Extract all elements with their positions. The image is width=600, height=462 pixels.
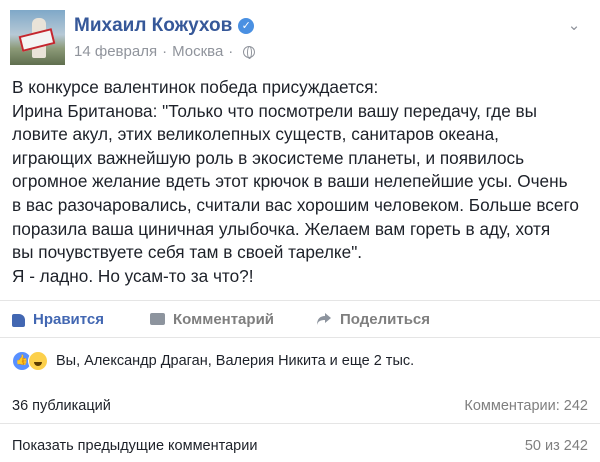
post-line: играющих важнейшую роль в экосистеме пла… — [12, 147, 525, 168]
post-body: В конкурсе валентинок победа присуждаетс… — [12, 76, 592, 288]
share-arrow-icon — [317, 313, 331, 325]
post-line: В конкурсе валентинок победа присуждаетс… — [12, 77, 379, 97]
facebook-post: Михаил Кожухов ✓ 14 февраля · Москва · ⌄… — [0, 0, 600, 462]
chevron-down-icon[interactable]: ⌄ — [564, 18, 584, 34]
post-line: ловите акул, этих великолепных существ, … — [12, 124, 499, 145]
reactions-summary[interactable]: 👍 Вы, Александр Драган, Валерия Никита и… — [12, 348, 414, 374]
post-meta: 14 февраля · Москва · — [74, 43, 256, 60]
globe-icon[interactable] — [243, 45, 256, 59]
share-button[interactable]: Поделиться — [316, 301, 430, 337]
post-line: Я - ладно. Но усам-то за что?! — [12, 265, 254, 286]
comments-count[interactable]: Комментарии: 242 — [464, 398, 588, 414]
meta-separator: · — [162, 43, 168, 60]
meta-separator: · — [228, 43, 234, 60]
comment-bubble-icon — [150, 313, 165, 325]
shares-count[interactable]: 36 публикаций — [12, 398, 111, 414]
post-line: огромное желание вдеть этот крючок в ваш… — [12, 171, 568, 192]
show-previous-comments-link[interactable]: Показать предыдущие комментарии — [12, 438, 257, 454]
comment-button[interactable]: Комментарий — [150, 301, 274, 337]
comments-page-count: 50 из 242 — [524, 438, 588, 454]
post-date[interactable]: 14 февраля — [74, 43, 157, 60]
author-name[interactable]: Михаил Кожухов — [74, 15, 232, 37]
comments-navigation: Показать предыдущие комментарии 50 из 24… — [0, 430, 600, 462]
post-line: Ирина Британова: "Только что посмотрели … — [12, 100, 538, 121]
author-row: Михаил Кожухов ✓ — [74, 14, 255, 38]
like-button[interactable]: Нравится — [12, 301, 104, 337]
thumbs-up-icon — [12, 313, 25, 327]
share-label: Поделиться — [340, 310, 431, 328]
author-avatar[interactable] — [10, 10, 65, 65]
post-line: в вас разочаровались, считали вас хороши… — [12, 194, 579, 215]
post-line: вы почувствуете себя там в своей тарелке… — [12, 242, 363, 263]
reactors-text[interactable]: Вы, Александр Драган, Валерия Никита и е… — [56, 353, 414, 369]
haha-reaction-icon — [28, 351, 48, 371]
post-stats: 36 публикаций Комментарии: 242 — [0, 388, 600, 424]
like-label: Нравится — [33, 310, 105, 328]
comment-label: Комментарий — [173, 310, 275, 328]
post-location[interactable]: Москва — [172, 43, 223, 60]
post-header: Михаил Кожухов ✓ 14 февраля · Москва · ⌄ — [10, 10, 590, 66]
verified-badge-icon: ✓ — [238, 18, 255, 34]
post-line: поразила ваша циничная улыбочка. Желаем … — [12, 218, 551, 239]
post-actions-bar: Нравится Комментарий Поделиться — [0, 300, 600, 338]
